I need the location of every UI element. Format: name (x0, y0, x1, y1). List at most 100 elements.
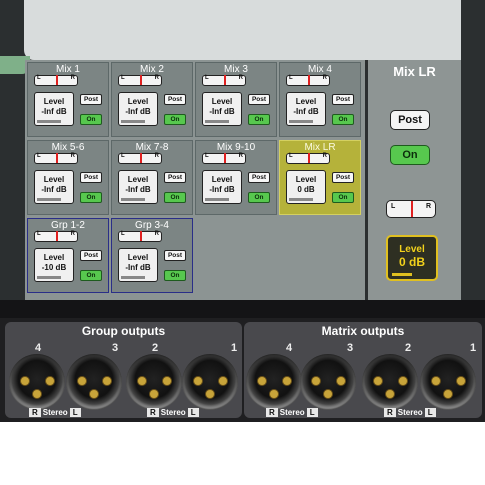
on-button[interactable]: On (248, 114, 270, 125)
matrix-outputs-bracket: Matrix outputs 4 3 2 1 R Stereo L R Stereo L (244, 322, 482, 418)
post-button[interactable]: Post (332, 172, 354, 183)
on-button[interactable]: On (164, 192, 186, 203)
matrix-output-number: 3 (347, 342, 354, 354)
balance-right-label: R (70, 231, 75, 237)
balance-control[interactable]: LR (34, 231, 78, 242)
side-balance-control[interactable]: L R (386, 200, 436, 218)
level-label: Level (43, 253, 65, 262)
xlr-pin (385, 389, 395, 399)
balance-left-label: L (121, 153, 125, 159)
on-button[interactable]: On (248, 192, 270, 203)
mix-routing-panel: Mix 1 LR Level -Inf dB Post On Mix 2 LR L… (25, 60, 365, 300)
post-button[interactable]: Post (248, 172, 270, 183)
level-button[interactable]: Level -Inf dB (286, 92, 326, 126)
post-button[interactable]: Post (164, 250, 186, 261)
on-button[interactable]: On (80, 192, 102, 203)
on-button[interactable]: On (164, 270, 186, 281)
level-button[interactable]: Level -Inf dB (118, 92, 158, 126)
level-button[interactable]: Level -Inf dB (34, 92, 74, 126)
stereo-label: Stereo (279, 408, 305, 417)
stereo-pair-label: R Stereo L (27, 408, 83, 417)
level-meter-bar (37, 276, 61, 279)
rear-panel-connectors: Group outputs 4 3 2 1 R Stereo L R Stereo L … (0, 300, 485, 422)
on-button[interactable]: On (332, 192, 354, 203)
post-button[interactable]: Post (164, 172, 186, 183)
mix-cell-mix-7-8[interactable]: Mix 7-8 LR Level -Inf dB Post On (111, 140, 193, 215)
xlr-pin (32, 389, 42, 399)
balance-control[interactable]: LR (118, 153, 162, 164)
post-button[interactable]: Post (248, 94, 270, 105)
balance-control[interactable]: LR (34, 153, 78, 164)
mix-cell-grp-1-2[interactable]: Grp 1-2 LR Level -10 dB Post On (27, 218, 109, 293)
level-value: -Inf dB (41, 107, 67, 116)
xlr-pin (162, 376, 172, 386)
stereo-pair-label: R Stereo L (264, 408, 320, 417)
balance-control[interactable]: LR (118, 75, 162, 86)
level-button[interactable]: Level -Inf dB (34, 170, 74, 204)
xlr-pin (45, 376, 55, 386)
level-button[interactable]: Level -Inf dB (118, 170, 158, 204)
balance-left-label: L (205, 75, 209, 81)
balance-control[interactable]: LR (118, 231, 162, 242)
mix-lr-side-panel: Mix LR Post On L R Level 0 dB (368, 60, 461, 300)
post-button[interactable]: Post (164, 94, 186, 105)
level-meter-bar (289, 198, 313, 201)
mix-cell-mix-lr[interactable]: Mix LR LR Level 0 dB Post On (279, 140, 361, 215)
level-button[interactable]: Level -Inf dB (202, 92, 242, 126)
side-post-button[interactable]: Post (390, 110, 430, 130)
mix-cell-mix-1[interactable]: Mix 1 LR Level -Inf dB Post On (27, 62, 109, 137)
level-button[interactable]: Level -10 dB (34, 248, 74, 282)
level-button[interactable]: Level -Inf dB (202, 170, 242, 204)
level-label: Level (211, 175, 233, 184)
group-output-number: 1 (231, 342, 238, 354)
on-button[interactable]: On (80, 270, 102, 281)
level-value: -Inf dB (293, 107, 319, 116)
side-level-value: 0 dB (398, 255, 425, 269)
mix-cell-mix-9-10[interactable]: Mix 9-10 LR Level -Inf dB Post On (195, 140, 277, 215)
balance-right-label: R (154, 153, 159, 159)
mix-cell-mix-3[interactable]: Mix 3 LR Level -Inf dB Post On (195, 62, 277, 137)
level-meter-bar (205, 198, 229, 201)
balance-right-label: R (154, 75, 159, 81)
post-button[interactable]: Post (332, 94, 354, 105)
level-value: -10 dB (41, 263, 67, 272)
level-button[interactable]: Level -Inf dB (118, 248, 158, 282)
xlr-pin (193, 376, 203, 386)
stereo-right-label: R (147, 408, 159, 417)
balance-control[interactable]: LR (286, 153, 330, 164)
balance-right-label: R (154, 231, 159, 237)
on-button[interactable]: On (80, 114, 102, 125)
balance-control[interactable]: LR (202, 75, 246, 86)
mix-cell-mix-4[interactable]: Mix 4 LR Level -Inf dB Post On (279, 62, 361, 137)
level-meter-bar (121, 276, 145, 279)
stereo-label: Stereo (397, 408, 423, 417)
cell-title: Grp 1-2 (51, 220, 85, 231)
level-meter-bar (289, 120, 313, 123)
balance-control[interactable]: LR (34, 75, 78, 86)
post-button[interactable]: Post (80, 94, 102, 105)
level-label: Level (211, 97, 233, 106)
side-level-button[interactable]: Level 0 dB (386, 235, 438, 281)
side-on-button[interactable]: On (390, 145, 430, 165)
balance-control[interactable]: LR (286, 75, 330, 86)
xlr-output-connector (300, 354, 356, 410)
matrix-outputs-label: Matrix outputs (321, 324, 405, 338)
post-button[interactable]: Post (80, 172, 102, 183)
balance-control[interactable]: LR (202, 153, 246, 164)
side-panel-title: Mix LR (393, 64, 436, 79)
balance-right-label: R (70, 153, 75, 159)
level-meter-bar (121, 198, 145, 201)
on-button[interactable]: On (164, 114, 186, 125)
mix-cell-mix-2[interactable]: Mix 2 LR Level -Inf dB Post On (111, 62, 193, 137)
mix-cell-mix-5-6[interactable]: Mix 5-6 LR Level -Inf dB Post On (27, 140, 109, 215)
stereo-right-label: R (29, 408, 41, 417)
post-button[interactable]: Post (80, 250, 102, 261)
on-button[interactable]: On (332, 114, 354, 125)
cell-title: Grp 3-4 (135, 220, 169, 231)
level-button[interactable]: Level 0 dB (286, 170, 326, 204)
xlr-pin (205, 389, 215, 399)
mix-cell-grp-3-4[interactable]: Grp 3-4 LR Level -Inf dB Post On (111, 218, 193, 293)
balance-center-marker (140, 75, 142, 85)
cell-title: Mix 4 (308, 64, 332, 75)
cell-title: Mix 3 (224, 64, 248, 75)
